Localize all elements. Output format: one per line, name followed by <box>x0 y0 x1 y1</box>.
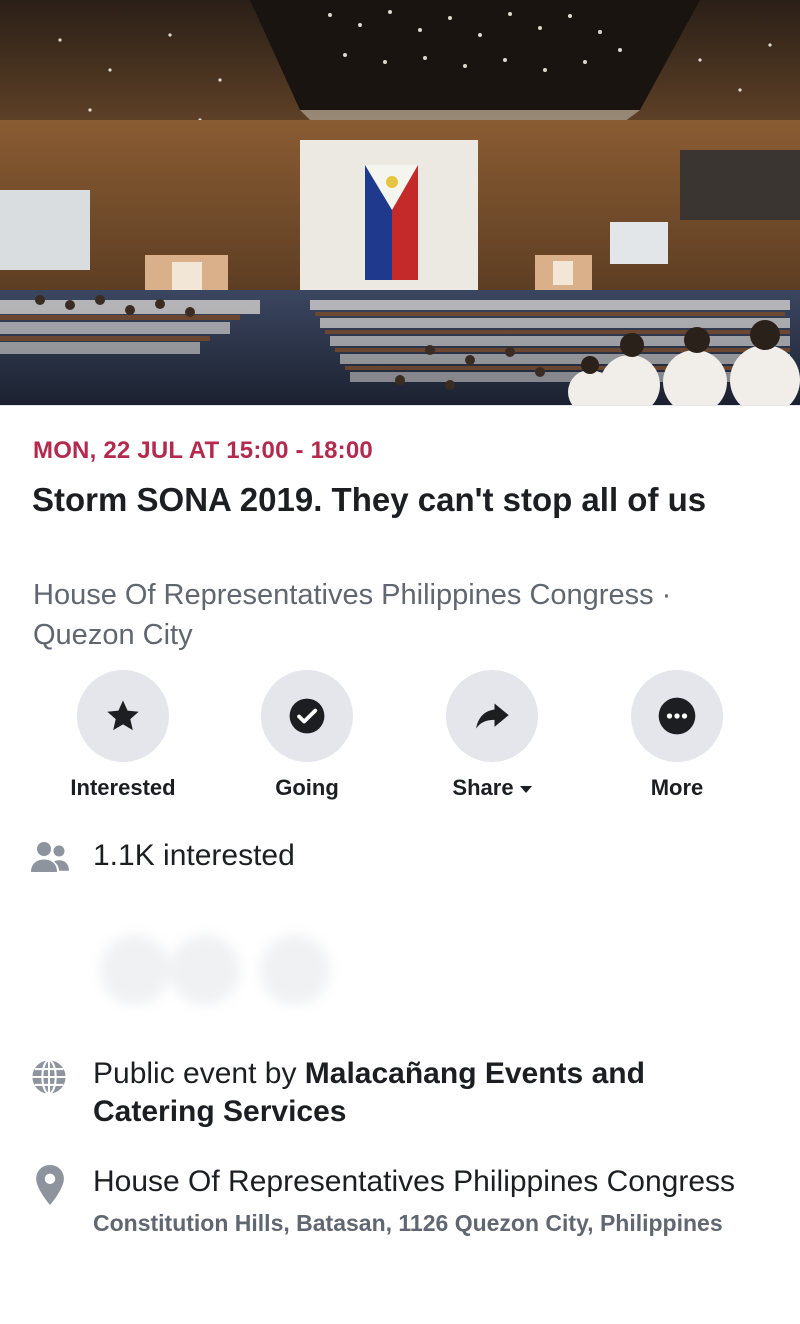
check-circle-icon <box>289 698 325 734</box>
globe-icon <box>32 1059 66 1095</box>
going-button[interactable]: Going <box>232 670 382 810</box>
more-dots-icon <box>658 697 696 735</box>
location-pin-icon <box>36 1165 64 1205</box>
more-label: More <box>650 775 704 800</box>
event-title: Storm SONA 2019. They can't stop all of … <box>32 481 707 518</box>
chevron-down-icon <box>519 785 532 793</box>
share-label: Share <box>452 775 514 800</box>
public-event-prefix: Public event by <box>93 1057 305 1090</box>
location-text: House Of Representatives Philippines Con… <box>93 1163 773 1238</box>
location-name[interactable]: House Of Representatives Philippines Con… <box>93 1163 773 1201</box>
star-icon <box>107 700 139 731</box>
interested-label: Interested <box>70 775 176 800</box>
share-button[interactable]: Share <box>417 670 567 810</box>
more-button[interactable]: More <box>602 670 752 810</box>
interested-button[interactable]: Interested <box>48 670 198 810</box>
share-button-circle[interactable] <box>446 670 538 762</box>
blurred-avatars <box>100 935 360 1015</box>
blurred-area <box>360 838 760 908</box>
event-cover-photo[interactable] <box>0 0 800 405</box>
event-date: MON, 22 JUL AT 15:00 - 18:00 <box>33 437 373 464</box>
people-icon <box>31 842 69 872</box>
interested-button-circle[interactable] <box>77 670 169 762</box>
share-arrow-icon <box>476 703 509 729</box>
location-address: Constitution Hills, Batasan, 1126 Quezon… <box>93 1210 723 1236</box>
event-venue-line[interactable]: House Of Representatives Philippines Con… <box>33 575 773 655</box>
public-event-text: Public event by Malacañang Events and Ca… <box>93 1055 773 1131</box>
going-button-circle[interactable] <box>261 670 353 762</box>
more-button-circle[interactable] <box>631 670 723 762</box>
divider <box>0 405 800 406</box>
going-label: Going <box>275 775 339 800</box>
share-label-wrap: Share <box>452 775 532 801</box>
